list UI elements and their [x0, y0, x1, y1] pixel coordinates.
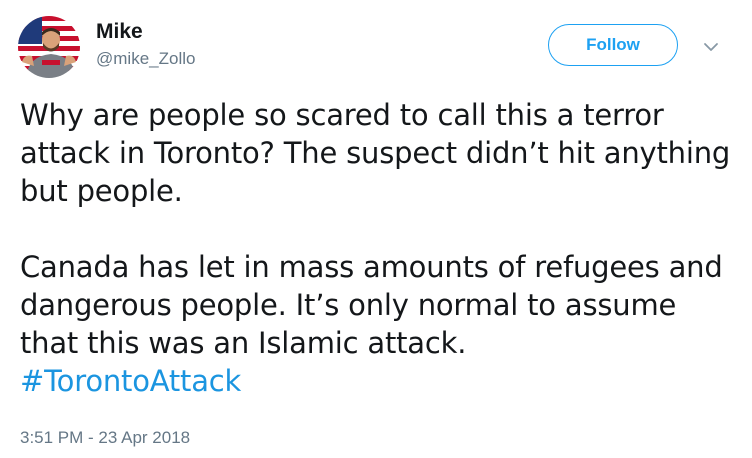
author-name[interactable]: Mike — [96, 20, 143, 44]
tweet-paragraph-2: Canada has let in mass amounts of refuge… — [20, 250, 723, 360]
tweet-paragraph-1: Why are people so scared to call this a … — [20, 98, 731, 208]
user-avatar-icon — [18, 16, 80, 78]
more-options-button[interactable] — [700, 36, 722, 58]
tweet-timestamp[interactable]: 3:51 PM - 23 Apr 2018 — [20, 428, 190, 448]
chevron-down-icon — [704, 43, 718, 51]
tweet-card: Mike @mike_Zollo Follow Why are people s… — [0, 0, 752, 458]
follow-button[interactable]: Follow — [548, 24, 678, 66]
hashtag-link[interactable]: #TorontoAttack — [20, 362, 735, 400]
tweet-text: Why are people so scared to call this a … — [20, 96, 735, 400]
avatar[interactable] — [18, 16, 80, 78]
author-handle[interactable]: @mike_Zollo — [96, 49, 195, 69]
